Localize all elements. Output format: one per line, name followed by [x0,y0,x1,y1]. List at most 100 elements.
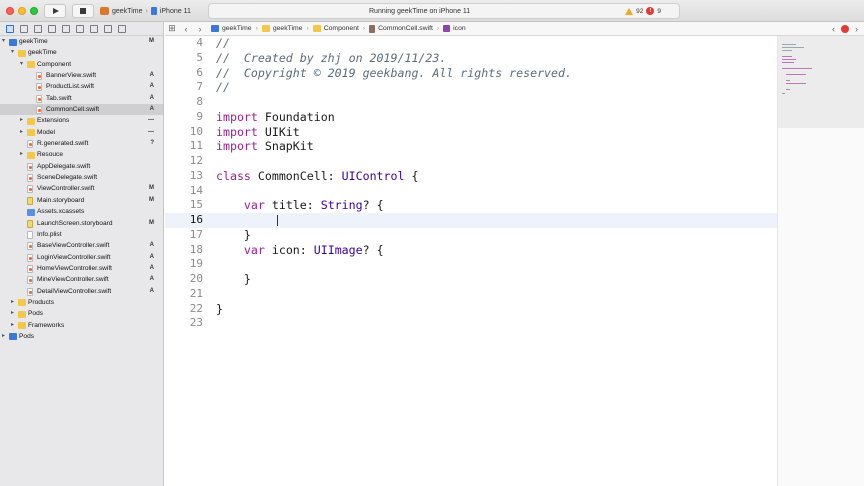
previous-issue-icon[interactable]: ‹ [832,24,835,34]
stop-button[interactable] [72,4,94,18]
source-editor[interactable]: 4 // 5 // Created by zhj on 2019/11/23. 6 // … [165,36,777,486]
navigator-item[interactable]: LaunchScreen.storyboard M [0,218,163,229]
issue-badges[interactable]: 92 ! 9 [625,7,661,15]
navigator-item[interactable]: HomeViewController.swift A [0,263,163,274]
debug-navigator-tab-icon[interactable] [90,24,98,33]
swift-file-icon [36,106,42,115]
navigator-item[interactable]: ▸ Model — [0,127,163,138]
code-line[interactable]: 12 [165,154,777,169]
code-text: class CommonCell: UIControl { [216,169,418,184]
navigator-item[interactable]: AppDelegate.swift [0,161,163,172]
forward-arrow-icon[interactable]: › [193,24,207,34]
navigator-item[interactable]: ▸ Frameworks [0,320,163,331]
code-line[interactable]: 23 [165,316,777,331]
code-line[interactable]: 22} [165,302,777,317]
navigator-item[interactable]: ▾ geekTime [0,47,163,58]
breadcrumb-item[interactable]: icon [443,25,466,32]
code-line[interactable]: 5 // Created by zhj on 2019/11/23. [165,51,777,66]
line-number: 6 [196,65,203,79]
breadcrumb-item[interactable]: geekTime [211,25,252,32]
minimize-window-button[interactable] [18,7,26,15]
navigator-item[interactable]: ▾ geekTime M [0,36,163,47]
code-line[interactable]: 18 var icon: UIImage? { [165,243,777,258]
navigator-item[interactable]: Main.storyboard M [0,195,163,206]
code-line[interactable]: 17 } [165,228,777,243]
code-token-type: UIImage [313,242,363,257]
zoom-window-button[interactable] [30,7,38,15]
code-line[interactable]: 6 // Copyright © 2019 geekbang. All right… [165,66,777,81]
disclosure-closed-icon[interactable]: ▸ [11,308,14,319]
report-navigator-tab-icon[interactable] [118,24,126,33]
code-line[interactable]: 20 } [165,272,777,287]
code-line[interactable]: 14 [165,184,777,199]
navigator-item[interactable]: SceneDelegate.swift [0,172,163,183]
code-line[interactable]: 11 import SnapKit [165,139,777,154]
code-line[interactable]: 10 import UIKit [165,125,777,140]
close-window-button[interactable] [6,7,14,15]
line-number: 21 [189,286,203,300]
disclosure-open-icon[interactable]: ▾ [2,36,5,47]
disclosure-closed-icon[interactable]: ▸ [20,127,23,138]
navigator-item[interactable]: Tab.swift A [0,93,163,104]
scheme-selector[interactable]: geekTime › iPhone 11 [100,4,191,18]
breadcrumb-item[interactable]: Component [312,25,359,32]
navigator-item[interactable]: ▾ Component [0,59,163,70]
disclosure-closed-icon[interactable]: ▸ [2,331,5,342]
code-line[interactable]: 19 [165,257,777,272]
back-arrow-icon[interactable]: ‹ [179,24,193,34]
navigator-item[interactable]: R.generated.swift? [0,138,163,149]
navigator-item[interactable]: ▸ Products [0,297,163,308]
navigator-item[interactable]: ProductList.swift A [0,81,163,92]
navigator-item[interactable]: Info.plist [0,229,163,240]
navigator-item[interactable]: ▸ Pods [0,308,163,319]
navigator-item[interactable]: LoginViewController.swift A [0,252,163,263]
swift-file-icon [27,140,33,149]
disclosure-closed-icon[interactable]: ▸ [11,320,14,331]
test-navigator-tab-icon[interactable] [76,24,84,33]
navigator-item[interactable]: Assets.xcassets [0,206,163,217]
navigator-item[interactable]: ViewController.swift M [0,183,163,194]
source-control-tab-icon[interactable] [20,24,28,33]
navigator-item[interactable]: DetailViewController.swift A [0,286,163,297]
disclosure-closed-icon[interactable]: ▸ [20,149,23,160]
code-line[interactable]: 8 [165,95,777,110]
disclosure-closed-icon[interactable]: ▸ [11,297,14,308]
code-line[interactable]: 7 // [165,80,777,95]
disclosure-closed-icon[interactable]: ▸ [20,115,23,126]
navigator-item[interactable]: MineViewController.swift A [0,274,163,285]
run-button[interactable] [44,4,66,18]
error-indicator-icon[interactable] [841,25,849,33]
swift-file-icon [27,242,33,251]
code-line[interactable]: 9 import Foundation [165,110,777,125]
disclosure-open-icon[interactable]: ▾ [11,47,14,58]
next-issue-icon[interactable]: › [855,24,858,34]
project-navigator-tab-icon[interactable] [6,24,14,33]
minimap-line [782,62,794,63]
code-line[interactable]: 4 // [165,36,777,51]
navigator-item[interactable]: ▸ Extensions — [0,115,163,126]
minimap[interactable] [777,36,864,486]
code-text: import SnapKit [216,139,314,154]
fold-icon [312,25,321,32]
navigator-item[interactable]: BaseViewController.swift A [0,240,163,251]
navigator-item[interactable]: ▸ Pods [0,331,163,342]
code-line[interactable]: 16 [165,213,777,228]
disclosure-open-icon[interactable]: ▾ [20,59,23,70]
issue-navigator-tab-icon[interactable] [62,24,70,33]
code-line[interactable]: 15 var title: String? { [165,198,777,213]
navigator-item[interactable]: CommonCell.swift A [0,104,163,116]
navigator-item[interactable]: ▸ Resouce [0,149,163,160]
swift-file-icon [27,185,33,194]
symbol-navigator-tab-icon[interactable] [34,24,42,33]
code-line[interactable]: 13 class CommonCell: UIControl { [165,169,777,184]
breadcrumb-item[interactable]: geekTime [261,25,302,32]
breadcrumb-item[interactable]: CommonCell.swift [369,24,433,33]
folder-file-icon [27,117,35,125]
find-navigator-tab-icon[interactable] [48,24,56,33]
code-line[interactable]: 21 [165,287,777,302]
minimap-line [782,59,796,60]
code-text: // Copyright © 2019 geekbang. All rights… [216,66,572,81]
breakpoint-navigator-tab-icon[interactable] [104,24,112,33]
related-items-icon[interactable]: ⊞ [165,23,179,34]
navigator-item[interactable]: BannerView.swift A [0,70,163,81]
